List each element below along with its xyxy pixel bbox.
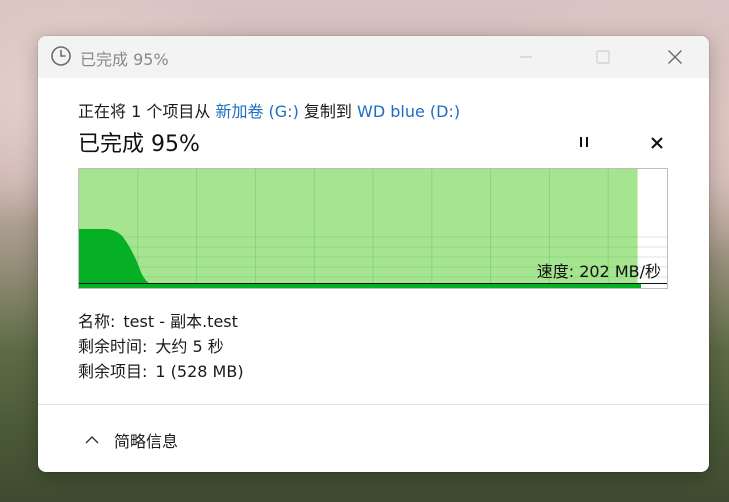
- fewer-details-toggle[interactable]: 简略信息: [84, 428, 178, 452]
- title-bar[interactable]: 已完成 95%: [38, 36, 709, 78]
- pause-icon: [580, 137, 588, 147]
- transfer-speed-graph: 速度: 202 MB/秒: [78, 168, 668, 289]
- pause-button[interactable]: [572, 132, 596, 152]
- maximize-icon: [596, 50, 610, 64]
- speed-label: 速度: 202 MB/秒: [536, 262, 661, 281]
- close-icon: [668, 50, 682, 64]
- detail-time-row: 剩余时间: 大约 5 秒: [78, 333, 224, 357]
- time-remaining-key: 剩余时间:: [78, 337, 148, 356]
- copy-description: 正在将 1 个项目从 新加卷 (G:) 复制到 WD blue (D:): [78, 98, 460, 122]
- name-key: 名称:: [78, 312, 116, 331]
- clock-icon: [50, 45, 72, 67]
- destination-location-link[interactable]: WD blue (D:): [357, 102, 460, 121]
- detail-items-row: 剩余项目: 1 (528 MB): [78, 358, 244, 382]
- close-window-button[interactable]: [652, 36, 698, 78]
- items-remaining-value: 1 (528 MB): [155, 362, 244, 381]
- copy-progress-dialog: 已完成 95% 正在将 1 个项目从 新加卷 (G:) 复制到 WD blue …: [38, 36, 709, 472]
- items-remaining-key: 剩余项目:: [78, 362, 148, 381]
- detail-name-row: 名称: test - 副本.test: [78, 308, 238, 332]
- chevron-up-icon: [84, 435, 100, 445]
- window-title: 已完成 95%: [80, 50, 169, 69]
- source-location-link[interactable]: 新加卷 (G:): [215, 102, 298, 121]
- minimize-button[interactable]: [503, 36, 549, 78]
- minimize-icon: [520, 56, 532, 58]
- name-value: test - 副本.test: [123, 312, 238, 331]
- cancel-button[interactable]: [645, 132, 669, 154]
- cancel-icon: [651, 137, 663, 149]
- separator: [38, 404, 709, 405]
- copy-middle: 复制到: [298, 102, 358, 121]
- fewer-details-label: 简略信息: [114, 432, 179, 451]
- progress-title: 已完成 95%: [78, 132, 200, 157]
- copy-prefix: 正在将 1 个项目从: [78, 102, 216, 121]
- maximize-button[interactable]: [580, 36, 626, 78]
- time-remaining-value: 大约 5 秒: [155, 337, 224, 356]
